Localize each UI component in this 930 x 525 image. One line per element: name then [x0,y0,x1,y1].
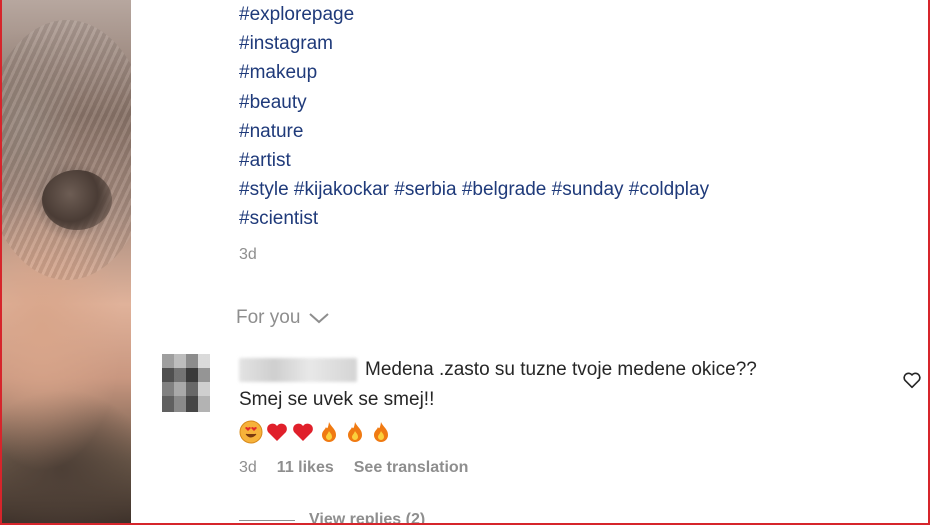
like-heart-icon[interactable] [901,369,923,391]
photo-detail [2,20,131,280]
view-replies-label: View replies (2) [309,511,426,525]
hashtag-link[interactable]: #serbia [394,179,456,200]
hashtag-line: #instagram [239,29,709,58]
hashtag-line: #style #kijakockar #serbia #belgrade #su… [239,175,709,204]
red-heart-icon [293,423,313,441]
see-translation-link[interactable]: See translation [354,459,469,477]
replies-divider [239,519,295,521]
comment-sort-dropdown[interactable]: For you [236,307,330,329]
comment-text-line: Medena .zasto su tuzne tvoje medene okic… [365,359,757,380]
emoji-row [239,418,889,446]
fire-icon [374,422,388,442]
hashtag-link[interactable]: #coldplay [629,179,709,200]
caption-hashtags: #explorepage #instagram #makeup #beauty … [239,0,709,234]
hashtag-link[interactable]: #explorepage [239,4,354,25]
comment-text-line: Smej se uvek se smej!! [239,389,435,410]
hashtag-line: #explorepage [239,0,709,29]
hashtag-link[interactable]: #makeup [239,62,317,83]
sort-label: For you [236,307,301,328]
username-blurred[interactable] [239,358,357,382]
hashtag-link[interactable]: #beauty [239,92,307,113]
hashtag-line: #artist [239,146,709,175]
smiling-face-with-heart-eyes-icon [239,420,263,444]
hashtag-line: #nature [239,117,709,146]
post-photo [2,0,131,523]
hashtag-link[interactable]: #instagram [239,33,333,54]
likes-count[interactable]: 11 likes [277,459,334,477]
hashtag-link[interactable]: #belgrade [462,179,547,200]
hashtag-link[interactable]: #scientist [239,208,318,229]
hashtag-line: #makeup [239,58,709,87]
comments-panel: #explorepage #instagram #makeup #beauty … [131,0,928,525]
hashtag-link[interactable]: #style [239,179,289,200]
comment-meta: 3d 11 likes See translation [239,459,468,477]
caption-timestamp[interactable]: 3d [239,246,257,264]
view-replies-button[interactable]: View replies (2) [239,511,426,525]
comment-body: Medena .zasto su tuzne tvoje medene okic… [239,355,889,446]
red-heart-icon [267,423,287,441]
avatar[interactable] [162,354,210,412]
fire-icon [322,422,336,442]
chevron-down-icon [309,313,330,324]
hashtag-link[interactable]: #nature [239,121,303,142]
hashtag-link[interactable]: #kijakockar [294,179,389,200]
screenshot-frame: #explorepage #instagram #makeup #beauty … [0,0,930,525]
fire-icon [348,422,362,442]
hashtag-link[interactable]: #artist [239,150,291,171]
hashtag-line: #scientist [239,204,709,233]
hashtag-link[interactable]: #sunday [552,179,624,200]
comment-timestamp[interactable]: 3d [239,459,257,477]
hashtag-line: #beauty [239,88,709,117]
photo-detail [42,170,112,230]
